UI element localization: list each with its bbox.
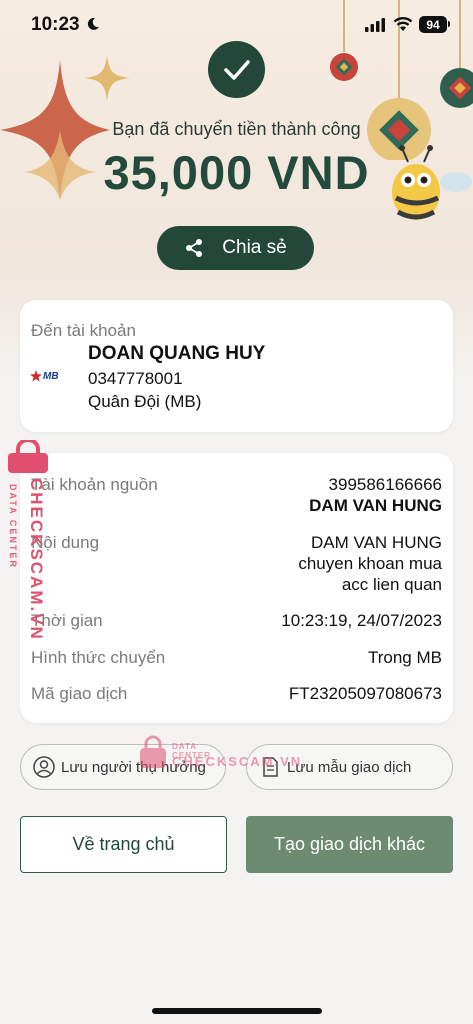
source-account-number: 399586166666 — [328, 475, 442, 494]
source-account-name: DAM VAN HUNG — [309, 496, 442, 515]
time-value: 10:23:19, 24/07/2023 — [281, 611, 442, 630]
watermark-center-brand-text: CHECKSCAM.VN — [172, 754, 303, 769]
success-message: Bạn đã chuyển tiền thành công — [112, 119, 361, 139]
user-icon — [33, 756, 55, 778]
transfer-amount: 35,000 VND — [103, 146, 370, 199]
source-account-label: Tài khoản nguồn — [31, 475, 158, 494]
save-template-label: Lưu mẫu giao dịch — [287, 758, 412, 776]
battery-icon: 94 — [419, 16, 450, 33]
watermark-center-lock-icon — [140, 735, 166, 768]
share-button[interactable]: Chia sẻ — [157, 226, 314, 270]
watermark-sub-text: DATA CENTER — [8, 484, 18, 569]
watermark-side: DATA CENTER CHECKSCAM.VN — [4, 440, 48, 650]
content-line: chuyen khoan mua — [298, 554, 442, 573]
watermark-lock-icon — [8, 440, 48, 473]
recipient-bank: Quân Đội (MB) — [88, 392, 202, 411]
wifi-icon — [393, 17, 413, 31]
small-star-icon — [84, 55, 130, 101]
content-line: acc lien quan — [341, 575, 442, 594]
home-button[interactable]: Về trang chủ — [20, 816, 227, 873]
home-indicator — [152, 1008, 322, 1014]
mb-star-icon — [30, 370, 42, 382]
share-label: Chia sẻ — [222, 237, 287, 258]
success-check-icon — [208, 41, 265, 98]
moon-icon — [87, 17, 99, 30]
mb-logo-text: MB — [43, 370, 59, 382]
destination-label: Đến tài khoản — [31, 321, 136, 340]
new-transaction-label: Tạo giao dịch khác — [273, 834, 426, 854]
watermark-brand-text: CHECKSCAM.VN — [27, 478, 46, 641]
signal-icon — [365, 18, 385, 32]
battery-level: 94 — [426, 17, 440, 32]
mb-bank-logo: MB — [30, 370, 59, 382]
transaction-code-label: Mã giao dịch — [31, 684, 128, 703]
transaction-code-value: FT23205097080673 — [288, 684, 442, 703]
destination-card: Đến tài khoản DOAN QUANG HUY 0347778001 … — [20, 300, 453, 432]
transaction-details-card: Tài khoản nguồn 399586166666 DAM VAN HUN… — [20, 453, 453, 723]
content-line: DAM VAN HUNG — [311, 533, 442, 552]
new-transaction-button[interactable]: Tạo giao dịch khác — [246, 816, 453, 873]
recipient-account: 0347778001 — [88, 369, 183, 388]
share-icon — [186, 239, 203, 257]
method-value: Trong MB — [367, 648, 442, 667]
method-label: Hình thức chuyển — [31, 648, 166, 667]
home-button-label: Về trang chủ — [72, 834, 175, 854]
status-time: 10:23 — [31, 14, 80, 35]
recipient-name: DOAN QUANG HUY — [88, 343, 266, 364]
